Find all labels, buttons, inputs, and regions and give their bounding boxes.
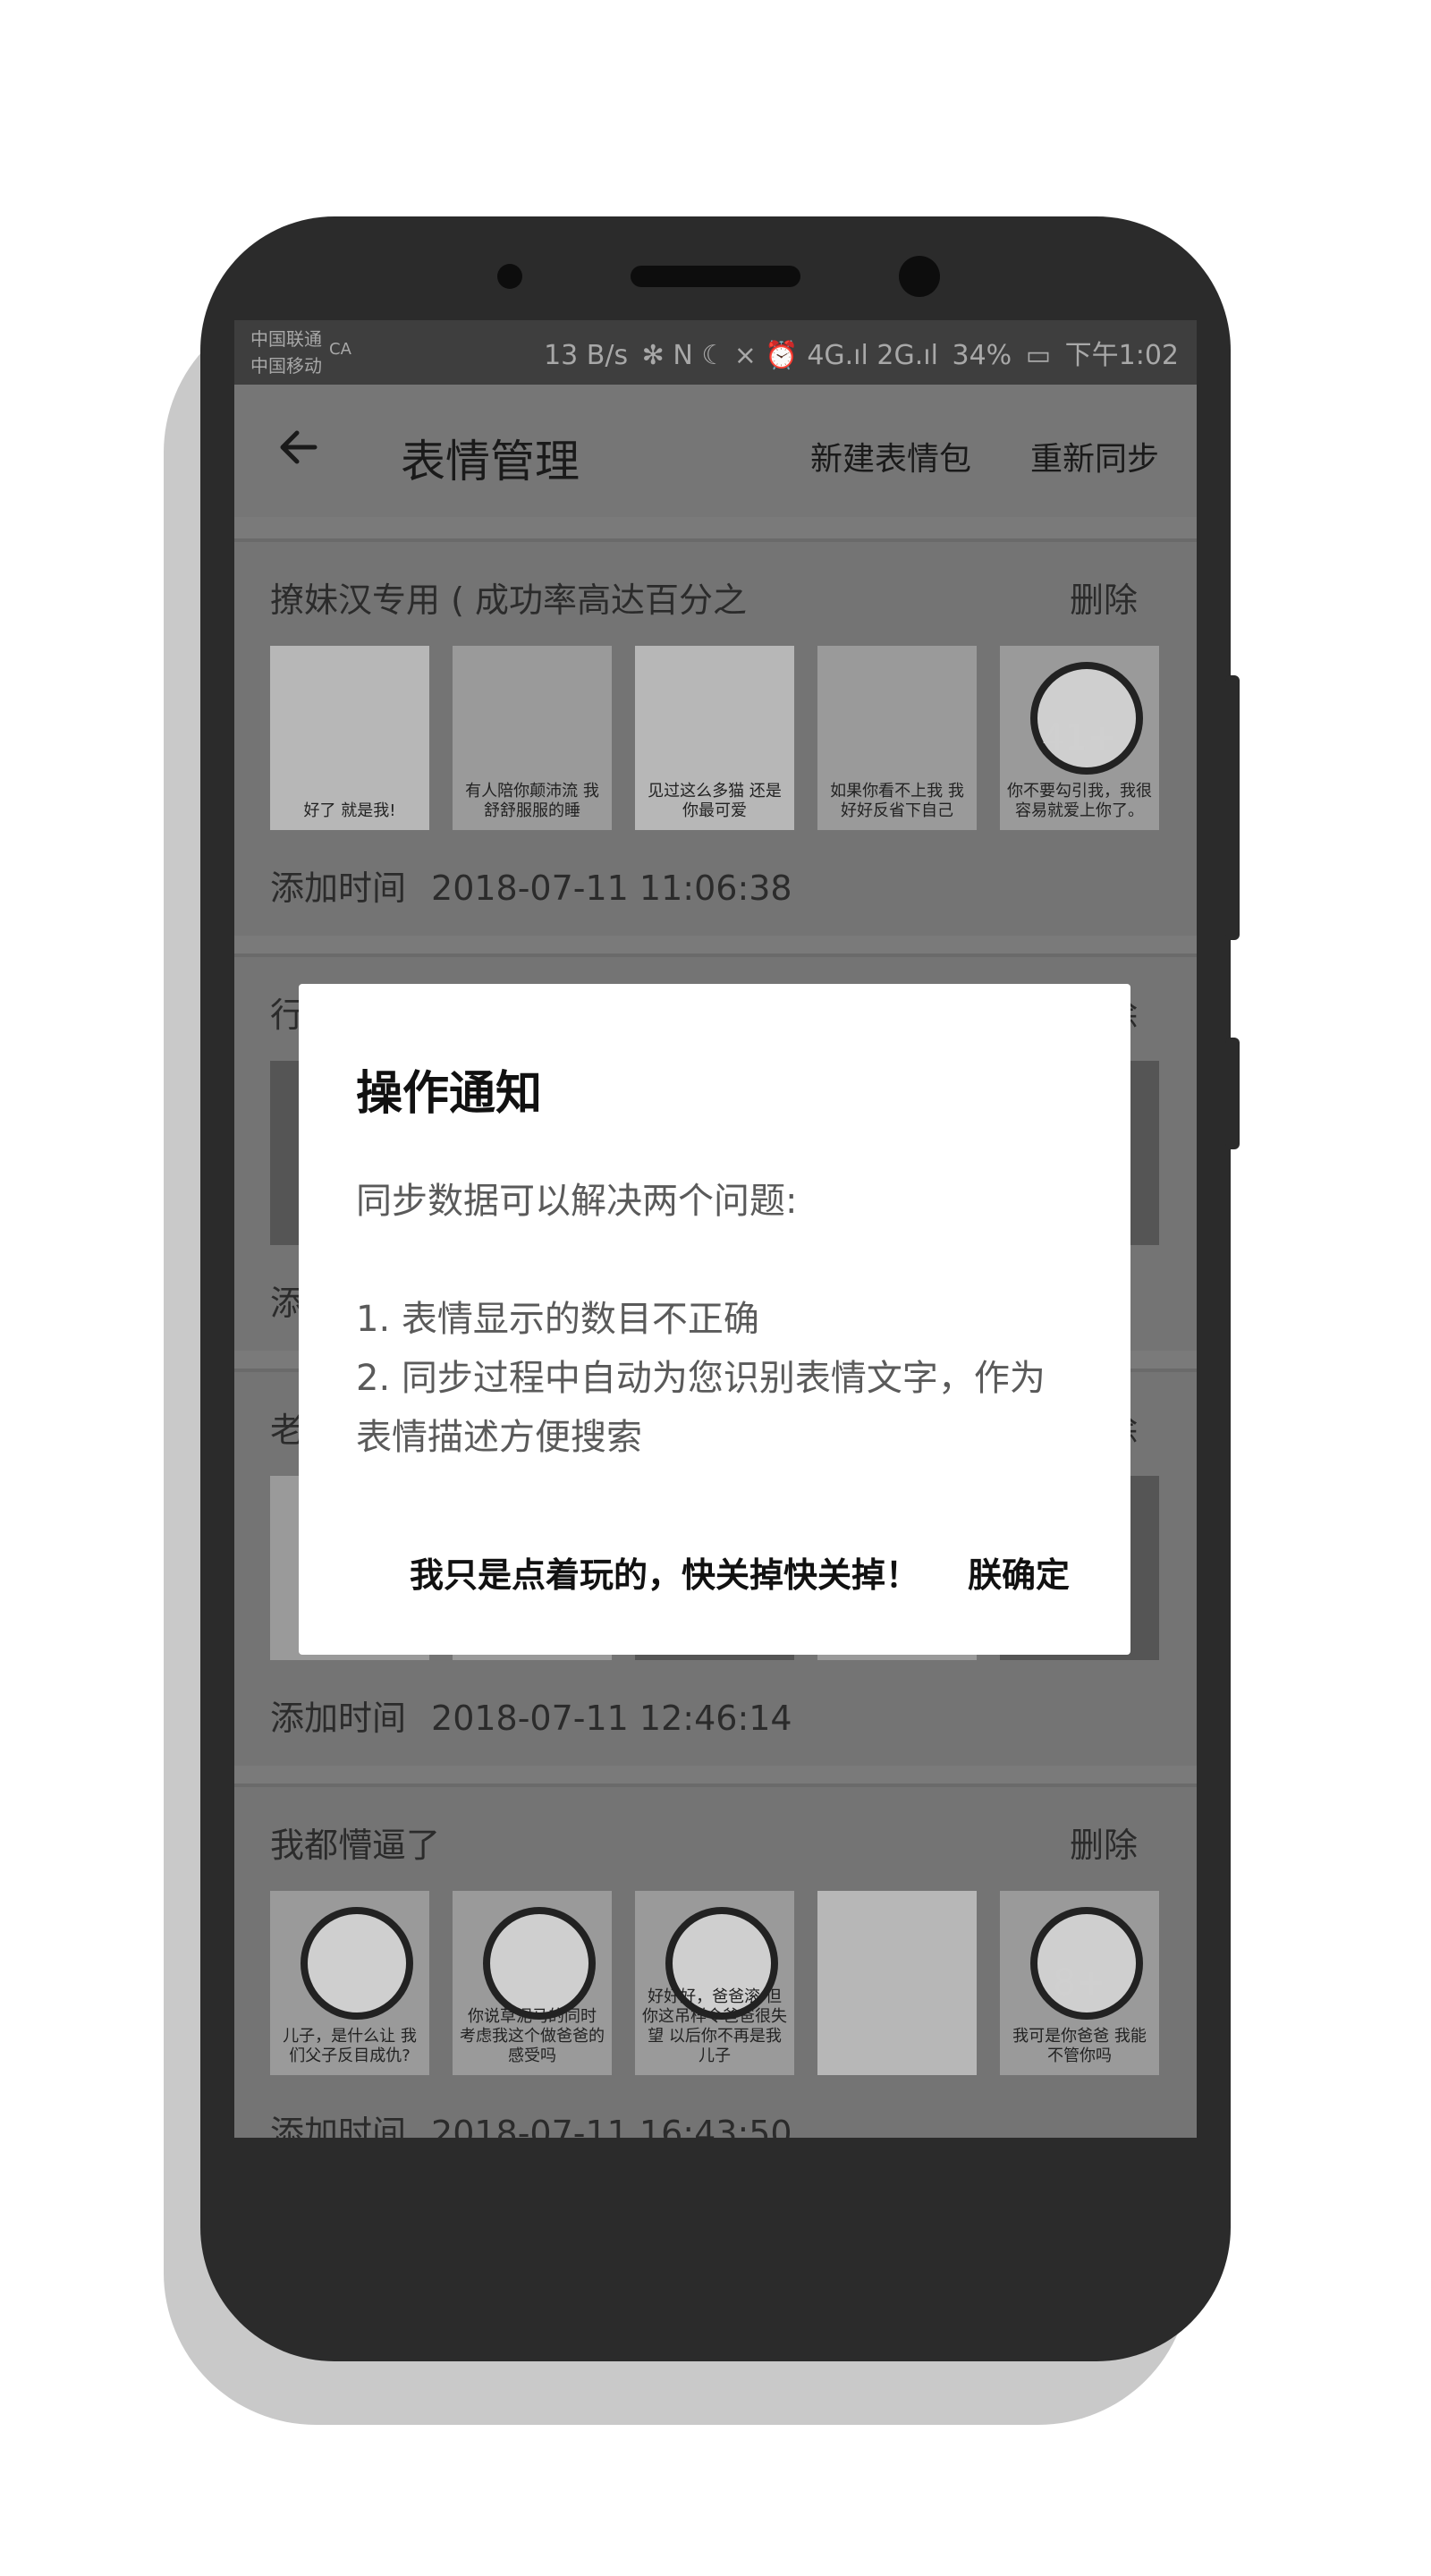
- sticker-thumbnail[interactable]: 有人陪你颠沛流 我舒舒服服的睡: [453, 646, 612, 830]
- delete-button[interactable]: 删除: [1070, 572, 1138, 622]
- added-time-value: 2018-07-11 11:06:38: [431, 869, 792, 908]
- panda-face-icon: [483, 1907, 596, 2020]
- sticker-thumbnail[interactable]: 见过这么多猫 还是你最可爱: [635, 646, 794, 830]
- added-time-label: 添加时间: [270, 1699, 407, 1738]
- power-button: [1225, 1038, 1240, 1149]
- resync-button[interactable]: 重新同步: [1030, 433, 1159, 479]
- network-speed: 13 B/s: [544, 340, 629, 371]
- pack-name: 我都懵逼了: [270, 1826, 441, 1865]
- dialog-line-3: 2. 同步过程中自动为您识别表情文字，作为表情描述方便搜索: [356, 1358, 1046, 1458]
- page-title: 表情管理: [401, 436, 580, 487]
- delete-button[interactable]: 删除: [1070, 1818, 1138, 1867]
- dialog-title: 操作通知: [356, 1067, 543, 1121]
- sticker-caption: 见过这么多猫 还是你最可爱: [648, 782, 782, 820]
- status-bar: 中国联通 中国移动 CA 13 B/s ✻ N ☾ ⨯ ⏰ 4G.ıl 2G.ı…: [234, 320, 1197, 385]
- dialog-line-2: 1. 表情显示的数目不正确: [356, 1299, 759, 1340]
- carrier-1: 中国联通: [250, 328, 322, 350]
- earpiece-speaker: [631, 266, 800, 287]
- sticker-caption: 好了 就是我!: [303, 801, 396, 820]
- dialog-message: 同步数据可以解决两个问题: 1. 表情显示的数目不正确 2. 同步过程中自动为您…: [356, 1172, 1077, 1467]
- sticker-thumbnail[interactable]: 好了 就是我!: [270, 646, 429, 830]
- operation-notice-dialog: 操作通知 同步数据可以解决两个问题: 1. 表情显示的数目不正确 2. 同步过程…: [299, 984, 1130, 1655]
- volume-button: [1225, 675, 1240, 940]
- sticker-caption: 儿子，是什么让 我们父子反目成仇?: [283, 2027, 417, 2065]
- added-time-label: 添加时间: [270, 869, 407, 908]
- sticker-thumbnails: 儿子，是什么让 我们父子反目成仇? 你说草泥马的同时 考虑我这个做爸爸的感受吗 …: [270, 1891, 1159, 2075]
- carrier-2: 中国移动: [250, 355, 322, 377]
- battery-level: 34%: [952, 340, 1012, 371]
- navigation-bar: [234, 2138, 1197, 2252]
- front-camera: [899, 256, 940, 297]
- status-indicators: 13 B/s ✻ N ☾ ⨯ ⏰ 4G.ıl 2G.ıl 34% ▭ 下午1:0…: [538, 333, 1179, 372]
- new-sticker-pack-button[interactable]: 新建表情包: [810, 433, 971, 479]
- sticker-caption: 我可是你爸爸 我能不管你吗: [1012, 2027, 1147, 2065]
- sticker-thumbnail[interactable]: 你说草泥马的同时 考虑我这个做爸爸的感受吗: [453, 1891, 612, 2075]
- sticker-pack-card[interactable]: 撩妹汉专用 ( 成功率高达百分之 删除 好了 就是我! 有人陪你颠沛流 我舒舒服…: [234, 538, 1197, 936]
- sticker-thumbnail[interactable]: 儿子，是什么让 我们父子反目成仇?: [270, 1891, 429, 2075]
- clock: 下午1:02: [1064, 340, 1179, 371]
- carrier-info: 中国联通 中国移动: [250, 326, 322, 379]
- cancel-button[interactable]: 我只是点着玩的，快关掉快关掉！: [410, 1547, 919, 1597]
- sticker-thumbnail-more[interactable]: 8+ 我可是你爸爸 我能不管你吗: [1000, 1891, 1159, 2075]
- back-arrow-icon[interactable]: [272, 420, 326, 474]
- carrier-aggregation-icon: CA: [329, 340, 351, 359]
- added-time: 添加时间 2018-07-11 11:06:38: [270, 860, 792, 910]
- dialog-spacer: [356, 1231, 1077, 1290]
- confirm-button[interactable]: 朕确定: [968, 1547, 1070, 1597]
- sticker-pack-card[interactable]: 我都懵逼了 删除 儿子，是什么让 我们父子反目成仇? 你说草泥马的同时 考虑我这…: [234, 1784, 1197, 2181]
- sensor-dot: [497, 264, 522, 289]
- sticker-thumbnail[interactable]: [817, 1891, 977, 2075]
- panda-face-icon: [301, 1907, 413, 2020]
- sticker-thumbnail[interactable]: 如果你看不上我 我好好反省下自己: [817, 646, 977, 830]
- dialog-line-1: 同步数据可以解决两个问题:: [356, 1181, 798, 1222]
- added-time: 添加时间 2018-07-11 12:46:14: [270, 1690, 792, 1740]
- added-time-value: 2018-07-11 12:46:14: [431, 1699, 792, 1738]
- sticker-caption: 好好好，爸爸滚 但你这吊样令爸爸很失望 以后你不再是我儿子: [642, 1987, 787, 2065]
- sticker-caption: 你不要勾引我，我很容易就爱上你了。: [1007, 782, 1152, 820]
- battery-icon: ▭: [1025, 340, 1052, 371]
- sticker-thumbnail-more[interactable]: 41+ 你不要勾引我，我很容易就爱上你了。: [1000, 646, 1159, 830]
- sticker-thumbnails: 好了 就是我! 有人陪你颠沛流 我舒舒服服的睡 见过这么多猫 还是你最可爱 如果…: [270, 646, 1159, 830]
- status-icons: ✻ N ☾ ⨯ ⏰ 4G.ıl 2G.ıl: [641, 340, 938, 371]
- sticker-caption: 如果你看不上我 我好好反省下自己: [830, 782, 964, 820]
- sticker-thumbnail[interactable]: 好好好，爸爸滚 但你这吊样令爸爸很失望 以后你不再是我儿子: [635, 1891, 794, 2075]
- more-count: 41+: [1041, 717, 1118, 758]
- app-bar: 表情管理 新建表情包 重新同步: [234, 385, 1197, 517]
- more-count: 8+: [1053, 1962, 1106, 2004]
- sticker-caption: 有人陪你颠沛流 我舒舒服服的睡: [465, 782, 599, 820]
- sticker-caption: 你说草泥马的同时 考虑我这个做爸爸的感受吗: [460, 2007, 605, 2065]
- pack-name: 撩妹汉专用 ( 成功率高达百分之: [270, 580, 747, 620]
